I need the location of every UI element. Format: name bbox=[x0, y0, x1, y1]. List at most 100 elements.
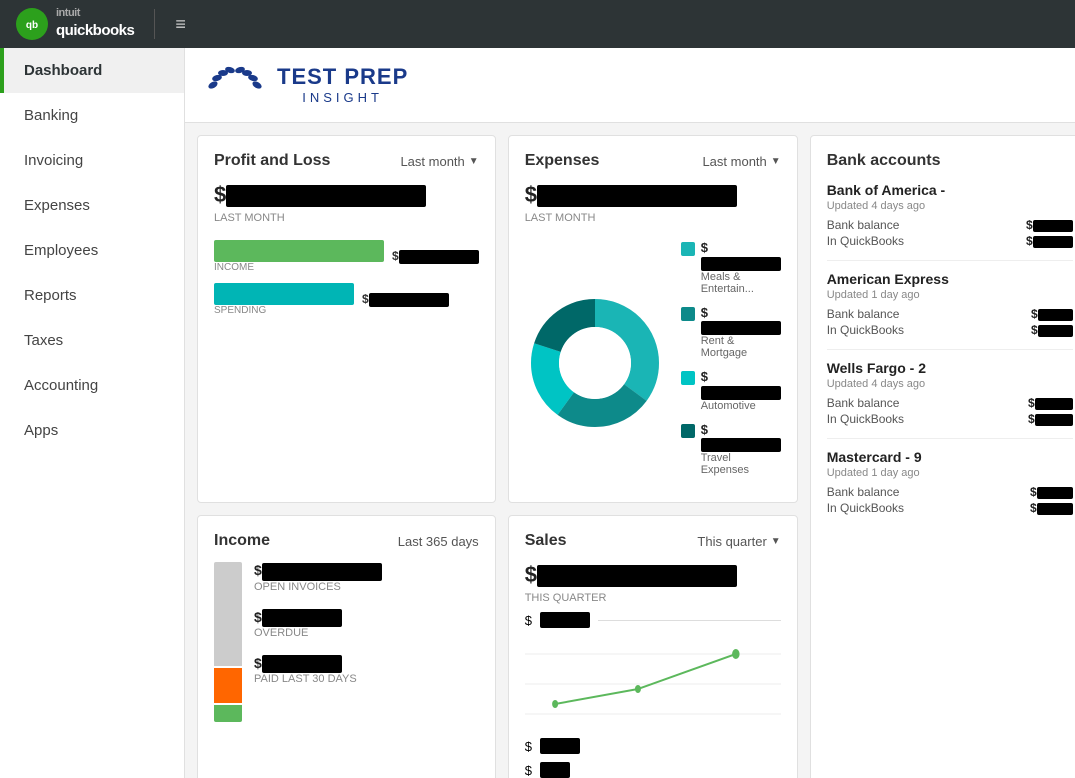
qb-logo-icon: qb bbox=[16, 8, 48, 40]
legend-text-meals: $ Meals & Entertain... bbox=[701, 240, 781, 295]
wf-books-row: In QuickBooks $ bbox=[827, 412, 1073, 426]
spending-bar-solid bbox=[214, 283, 314, 305]
spending-bar-row: SPENDING $ bbox=[214, 283, 479, 316]
main-layout: Dashboard Banking Invoicing Expenses Emp… bbox=[0, 48, 1075, 778]
expenses-card: Expenses Last month ▼ $ LAST MONTH bbox=[508, 135, 798, 503]
svg-text:qb: qb bbox=[26, 20, 38, 31]
sales-sublabel: THIS QUARTER bbox=[525, 592, 781, 604]
expenses-legend: $ Meals & Entertain... $ Rent & Mortgage bbox=[681, 240, 781, 486]
mc-balance-row: Bank balance $ bbox=[827, 485, 1073, 499]
sales-amount-redacted bbox=[537, 565, 737, 587]
bank-accounts-panel: Bank accounts Bank of America - Updated … bbox=[810, 135, 1075, 778]
sales-svg bbox=[525, 634, 781, 734]
sidebar-item-banking[interactable]: Banking bbox=[0, 93, 184, 138]
legend-item-travel: $ Travel Expenses bbox=[681, 422, 781, 477]
spending-bar-amount: $ bbox=[362, 292, 449, 307]
income-filter[interactable]: Last 365 days bbox=[398, 534, 479, 549]
main-content: TEST PREP INSIGHT Profit and Loss Last m… bbox=[185, 48, 1075, 778]
income-items: $ OPEN INVOICES $ OVERDUE $ PAID LAST 30… bbox=[254, 562, 479, 722]
sales-amount: $ bbox=[525, 562, 781, 588]
legend-text-auto: $ Automotive bbox=[701, 369, 781, 412]
nav-divider bbox=[154, 9, 155, 39]
sidebar-item-accounting[interactable]: Accounting bbox=[0, 363, 184, 408]
spending-bar-label: SPENDING bbox=[214, 305, 354, 316]
sidebar-item-employees[interactable]: Employees bbox=[0, 228, 184, 273]
legend-color-travel bbox=[681, 424, 695, 438]
profit-loss-title: Profit and Loss bbox=[214, 152, 330, 170]
profit-loss-header: Profit and Loss Last month ▼ bbox=[214, 152, 479, 170]
income-bar-hatched bbox=[334, 240, 384, 262]
income-open-invoices: $ OPEN INVOICES bbox=[254, 562, 479, 592]
expenses-amount: $ bbox=[525, 182, 781, 208]
sales-row3: $ bbox=[525, 762, 781, 778]
spending-bar-container bbox=[214, 283, 354, 305]
hamburger-menu[interactable]: ≡ bbox=[175, 14, 186, 35]
quickbooks-logo[interactable]: qb intuit quickbooks bbox=[16, 8, 134, 40]
legend-item-auto: $ Automotive bbox=[681, 369, 781, 412]
spending-amount-redacted bbox=[369, 293, 449, 307]
bank-account-amex: American Express Updated 1 day ago Bank … bbox=[827, 271, 1073, 350]
wf-name: Wells Fargo - 2 bbox=[827, 360, 1073, 376]
mc-updated: Updated 1 day ago bbox=[827, 467, 1073, 479]
sidebar-item-apps[interactable]: Apps bbox=[0, 408, 184, 453]
dashboard-grid: Profit and Loss Last month ▼ $ LAST MONT… bbox=[185, 123, 1075, 778]
amex-updated: Updated 1 day ago bbox=[827, 289, 1073, 301]
profit-loss-sublabel: LAST MONTH bbox=[214, 212, 479, 224]
income-bar-amount: $ bbox=[392, 249, 479, 264]
income-amount-redacted bbox=[399, 250, 479, 264]
wf-updated: Updated 4 days ago bbox=[827, 378, 1073, 390]
sidebar-item-taxes[interactable]: Taxes bbox=[0, 318, 184, 363]
amex-name: American Express bbox=[827, 271, 1073, 287]
income-bar-container bbox=[214, 240, 384, 262]
sales-title: Sales bbox=[525, 532, 567, 550]
sales-line-chart bbox=[525, 634, 781, 734]
sales-row2: $ bbox=[525, 738, 781, 754]
expenses-content: $ Meals & Entertain... $ Rent & Mortgage bbox=[525, 240, 781, 486]
expenses-filter[interactable]: Last month ▼ bbox=[702, 154, 780, 169]
bank-accounts-title: Bank accounts bbox=[827, 152, 1073, 170]
income-header: Income Last 365 days bbox=[214, 532, 479, 550]
sidebar-item-reports[interactable]: Reports bbox=[0, 273, 184, 318]
legend-color-auto bbox=[681, 371, 695, 385]
bank-account-boa: Bank of America - Updated 4 days ago Ban… bbox=[827, 182, 1073, 261]
expenses-header: Expenses Last month ▼ bbox=[525, 152, 781, 170]
expenses-amount-redacted bbox=[537, 185, 737, 207]
income-bar-group: $ OPEN INVOICES $ OVERDUE $ PAID LAST 30… bbox=[214, 562, 479, 722]
mc-name: Mastercard - 9 bbox=[827, 449, 1073, 465]
boa-balance-row: Bank balance $ bbox=[827, 218, 1073, 232]
income-overdue: $ OVERDUE bbox=[254, 609, 479, 639]
sales-card: Sales This quarter ▼ $ THIS QUARTER $ bbox=[508, 515, 798, 778]
profit-loss-card: Profit and Loss Last month ▼ $ LAST MONT… bbox=[197, 135, 496, 503]
income-overdue-segment bbox=[214, 668, 242, 703]
income-paid-segment bbox=[214, 705, 242, 722]
boa-updated: Updated 4 days ago bbox=[827, 200, 1073, 212]
amex-balance-row: Bank balance $ bbox=[827, 307, 1073, 321]
legend-item-meals: $ Meals & Entertain... bbox=[681, 240, 781, 295]
sales-row1: $ bbox=[525, 612, 781, 628]
bank-account-wf: Wells Fargo - 2 Updated 4 days ago Bank … bbox=[827, 360, 1073, 439]
amex-books-row: In QuickBooks $ bbox=[827, 323, 1073, 337]
sidebar-item-dashboard[interactable]: Dashboard bbox=[0, 48, 184, 93]
laurel-icon bbox=[205, 60, 265, 110]
sales-dropdown-arrow: ▼ bbox=[771, 536, 781, 547]
expenses-sublabel: LAST MONTH bbox=[525, 212, 781, 224]
income-open-segment bbox=[214, 562, 242, 666]
income-bar-label: INCOME bbox=[214, 262, 384, 273]
boa-name: Bank of America - bbox=[827, 182, 1073, 198]
legend-color-meals bbox=[681, 242, 695, 256]
company-name-line2: INSIGHT bbox=[277, 90, 408, 105]
legend-text-rent: $ Rent & Mortgage bbox=[701, 305, 781, 360]
profit-loss-filter[interactable]: Last month ▼ bbox=[400, 154, 478, 169]
income-card: Income Last 365 days $ O bbox=[197, 515, 496, 778]
profit-loss-dropdown-arrow: ▼ bbox=[469, 156, 479, 167]
legend-color-rent bbox=[681, 307, 695, 321]
sidebar-item-expenses[interactable]: Expenses bbox=[0, 183, 184, 228]
income-bar-row: INCOME $ bbox=[214, 240, 479, 273]
sidebar-item-invoicing[interactable]: Invoicing bbox=[0, 138, 184, 183]
qb-logo-text: intuit quickbooks bbox=[56, 8, 134, 40]
income-paid: $ PAID LAST 30 DAYS bbox=[254, 655, 479, 685]
sidebar: Dashboard Banking Invoicing Expenses Emp… bbox=[0, 48, 185, 778]
expenses-dropdown-arrow: ▼ bbox=[771, 156, 781, 167]
sales-filter[interactable]: This quarter ▼ bbox=[697, 534, 780, 549]
spending-bar-hatched bbox=[314, 283, 354, 305]
